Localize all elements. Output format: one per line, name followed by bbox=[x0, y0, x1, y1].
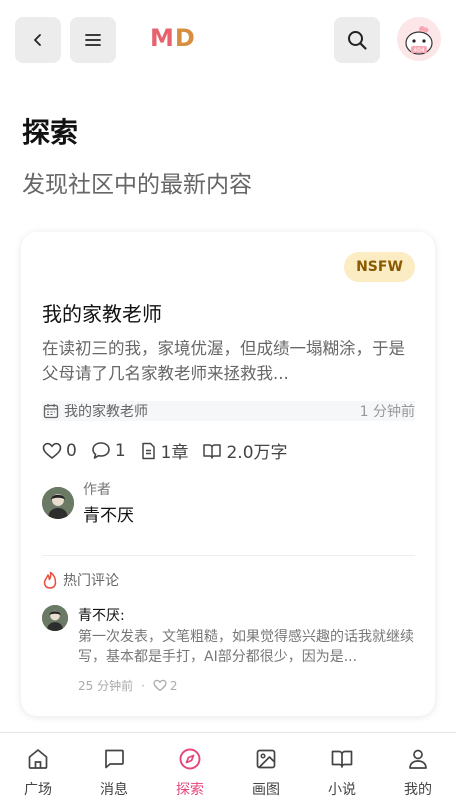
author-photo-icon bbox=[42, 486, 74, 519]
comment-icon bbox=[92, 442, 110, 459]
message-icon bbox=[105, 749, 124, 769]
comment-likes: 2 bbox=[169, 678, 178, 693]
comment-time: 25 分钟前 bbox=[78, 679, 134, 693]
app-logo[interactable]: MD bbox=[150, 24, 196, 52]
nav-label: 探索 bbox=[176, 782, 204, 798]
top-bar: MD 404 bbox=[0, 0, 456, 80]
chapters-count: 1章 bbox=[160, 443, 189, 463]
nav-item-draw[interactable]: 画图 bbox=[228, 747, 304, 799]
mascot-avatar-icon: 404 bbox=[397, 17, 441, 61]
comment-text: 第一次发表，文笔粗糙，如果觉得感兴趣的话我就继续写，基本都是手打，AI部分都很少… bbox=[78, 629, 414, 665]
nav-item-explore[interactable]: 探索 bbox=[152, 747, 228, 799]
divider bbox=[42, 555, 415, 556]
commenter-name[interactable]: 青不厌: bbox=[78, 605, 125, 625]
words-count: 2.0万字 bbox=[226, 443, 288, 463]
nav-label: 我的 bbox=[404, 782, 432, 798]
comment-meta: 25 分钟前 · 2 bbox=[78, 677, 178, 694]
svg-text:404: 404 bbox=[413, 47, 425, 54]
story-stats: 0 1 1章 2.0万字 bbox=[42, 438, 302, 463]
page-title: 探索 bbox=[22, 116, 79, 149]
commenter-photo-icon bbox=[42, 605, 68, 631]
author-name[interactable]: 青不厌 bbox=[83, 501, 134, 526]
author-avatar[interactable] bbox=[42, 486, 74, 519]
hot-comments-label: 热门评论 bbox=[63, 573, 119, 589]
image-icon bbox=[256, 749, 276, 769]
nav-item-novel[interactable]: 小说 bbox=[304, 747, 380, 799]
chevron-left-icon bbox=[34, 34, 41, 46]
nsfw-badge: NSFW bbox=[344, 252, 415, 282]
search-icon bbox=[348, 31, 367, 50]
story-meta-row: 我的家教老师 1 分钟前 bbox=[42, 401, 415, 421]
story-description: 在读初三的我，家境优渥，但成绩一塌糊涂，于是父母请了几名家教老师来拯救我... bbox=[42, 339, 405, 383]
menu-button[interactable] bbox=[70, 17, 116, 63]
story-card[interactable]: NSFW 我的家教老师 在读初三的我，家境优渥，但成绩一塌糊涂，于是父母请了几名… bbox=[21, 232, 435, 716]
story-title[interactable]: 我的家教老师 bbox=[42, 298, 162, 327]
nav-label: 小说 bbox=[328, 782, 356, 798]
home-icon bbox=[28, 749, 48, 769]
flame-icon bbox=[43, 571, 57, 589]
author-label: 作者 bbox=[83, 482, 111, 498]
user-avatar[interactable]: 404 bbox=[397, 17, 441, 61]
nav-label: 广场 bbox=[24, 782, 52, 798]
hot-comments-header: 热门评论 bbox=[42, 570, 119, 590]
menu-icon bbox=[85, 34, 101, 46]
nav-item-plaza[interactable]: 广场 bbox=[0, 747, 76, 799]
separator-dot: · bbox=[141, 678, 145, 693]
search-button[interactable] bbox=[334, 17, 380, 63]
nav-label: 画图 bbox=[252, 782, 280, 798]
nav-label: 消息 bbox=[100, 782, 128, 798]
back-button[interactable] bbox=[15, 17, 61, 63]
heart-icon[interactable] bbox=[153, 679, 167, 692]
page-subtitle: 发现社区中的最新内容 bbox=[22, 172, 252, 198]
calendar-icon bbox=[43, 404, 59, 419]
post-time: 1 分钟前 bbox=[359, 404, 415, 420]
book-icon bbox=[331, 750, 353, 768]
bottom-navigation: 广场 消息 探索 画图 小说 我的 bbox=[0, 732, 456, 812]
open-book-icon bbox=[203, 443, 222, 459]
nav-item-messages[interactable]: 消息 bbox=[76, 747, 152, 799]
words-stat: 2.0万字 bbox=[202, 438, 288, 463]
user-icon bbox=[409, 749, 427, 769]
chapters-stat: 1章 bbox=[140, 438, 189, 463]
likes-count: 0 bbox=[66, 440, 77, 461]
author-block[interactable]: 作者 青不厌 bbox=[42, 479, 134, 526]
collection-name[interactable]: 我的家教老师 bbox=[64, 401, 148, 421]
likes-stat[interactable]: 0 bbox=[42, 441, 77, 461]
comments-count: 1 bbox=[114, 440, 126, 461]
nav-item-mine[interactable]: 我的 bbox=[380, 747, 456, 799]
comments-stat[interactable]: 1 bbox=[91, 441, 126, 461]
commenter-avatar[interactable] bbox=[42, 605, 68, 631]
compass-icon bbox=[179, 748, 201, 770]
document-icon bbox=[141, 442, 155, 459]
heart-icon bbox=[42, 442, 62, 459]
